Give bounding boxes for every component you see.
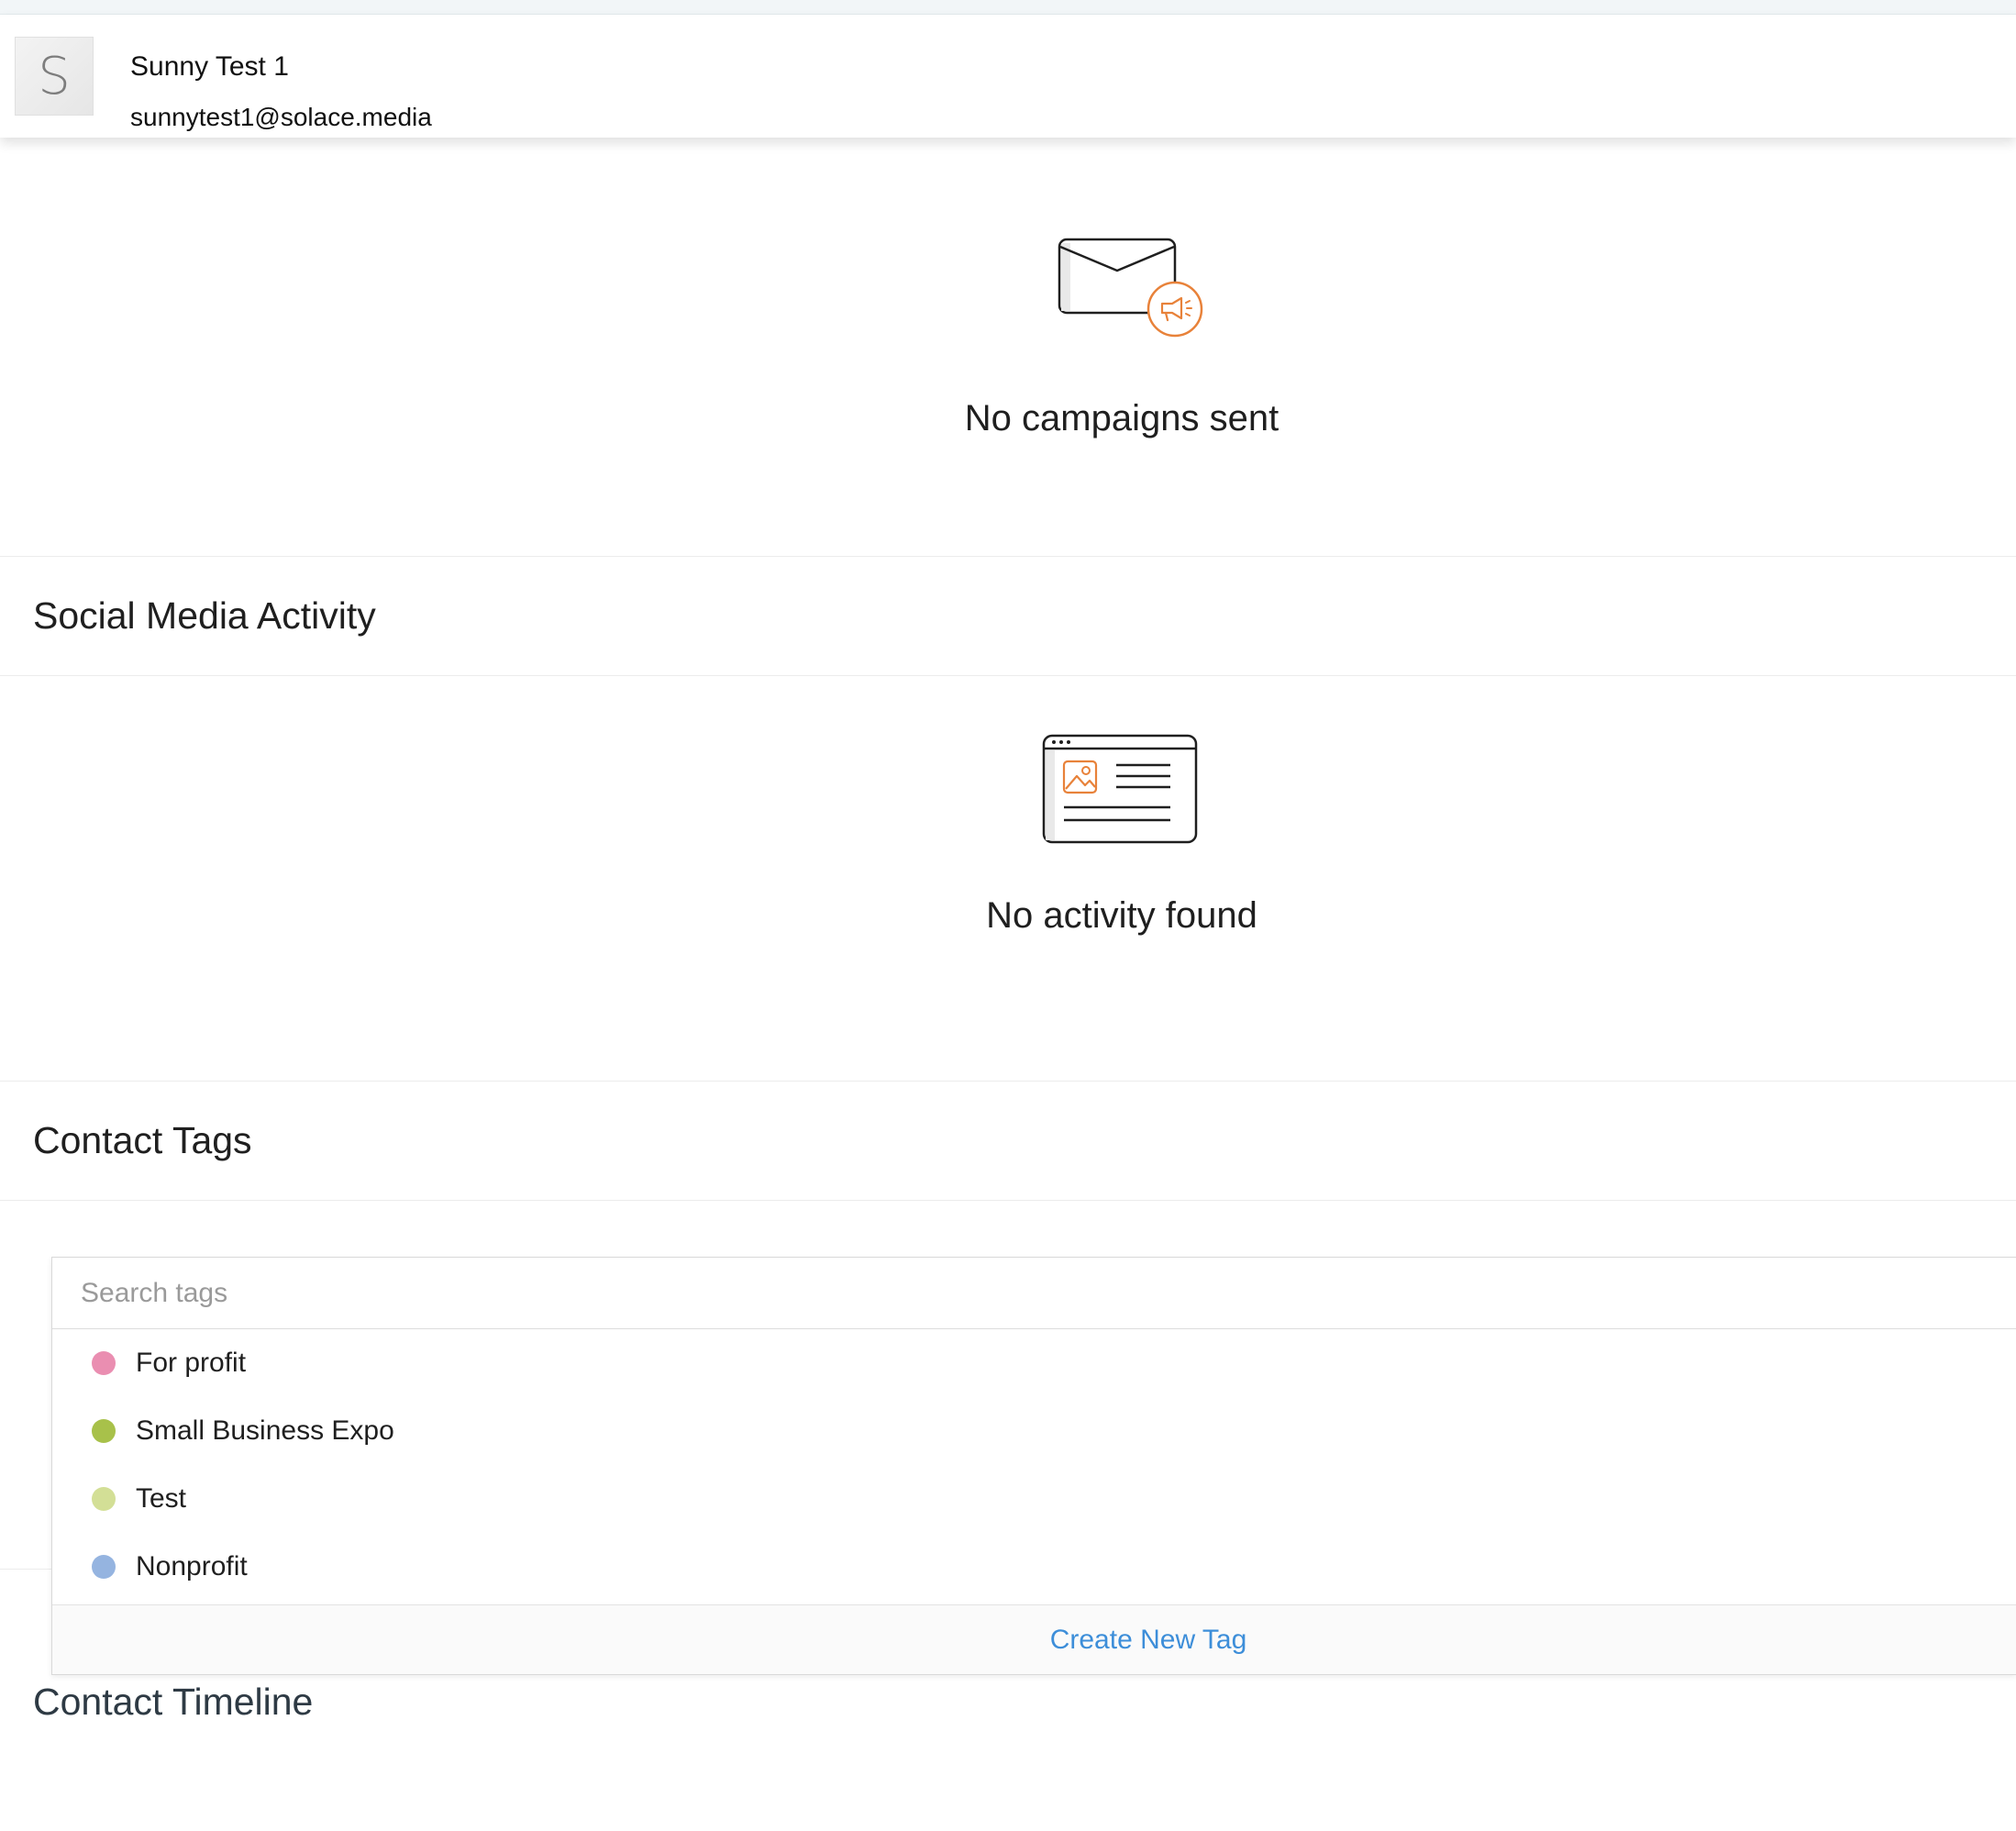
- tag-option[interactable]: For profit: [52, 1329, 2016, 1397]
- tags-section-title: Contact Tags: [33, 1119, 252, 1161]
- create-new-tag-button[interactable]: Create New Tag: [52, 1605, 2016, 1675]
- tag-option[interactable]: Test: [52, 1465, 2016, 1533]
- envelope-megaphone-icon: [1055, 234, 1207, 338]
- tag-list: For profit Small Business Expo Test Nonp…: [52, 1329, 2016, 1601]
- search-tags-input[interactable]: [52, 1258, 2016, 1329]
- tag-label: Nonprofit: [136, 1551, 248, 1581]
- tag-color-dot: [92, 1487, 116, 1511]
- tag-option[interactable]: Nonprofit: [52, 1533, 2016, 1601]
- create-tag-bar: Create New Tag: [52, 1604, 2016, 1674]
- tag-option[interactable]: Small Business Expo: [52, 1397, 2016, 1465]
- section-divider: [0, 1081, 2016, 1082]
- timeline-section-title: Contact Timeline: [33, 1681, 314, 1723]
- browser-post-icon: [1040, 732, 1200, 846]
- campaigns-empty-text: No campaigns sent: [964, 398, 1279, 438]
- tag-label: Test: [136, 1483, 187, 1514]
- tag-label: Small Business Expo: [136, 1415, 394, 1446]
- tag-color-dot: [92, 1419, 116, 1443]
- tag-color-dot: [92, 1351, 116, 1375]
- social-section-title: Social Media Activity: [33, 594, 376, 637]
- contact-email: sunnytest1@solace.media: [130, 103, 432, 131]
- section-divider: [0, 1200, 2016, 1201]
- section-divider: [0, 556, 2016, 557]
- avatar: S: [15, 37, 94, 116]
- tag-label: For profit: [136, 1348, 247, 1378]
- contact-header: S Sunny Test 1 sunnytest1@solace.media: [0, 15, 2016, 138]
- section-divider: [0, 675, 2016, 676]
- tags-dropdown: For profit Small Business Expo Test Nonp…: [51, 1257, 2016, 1675]
- tag-color-dot: [92, 1555, 116, 1579]
- social-empty-text: No activity found: [986, 895, 1257, 936]
- top-strip: [0, 0, 2016, 15]
- contact-name: Sunny Test 1: [130, 51, 289, 82]
